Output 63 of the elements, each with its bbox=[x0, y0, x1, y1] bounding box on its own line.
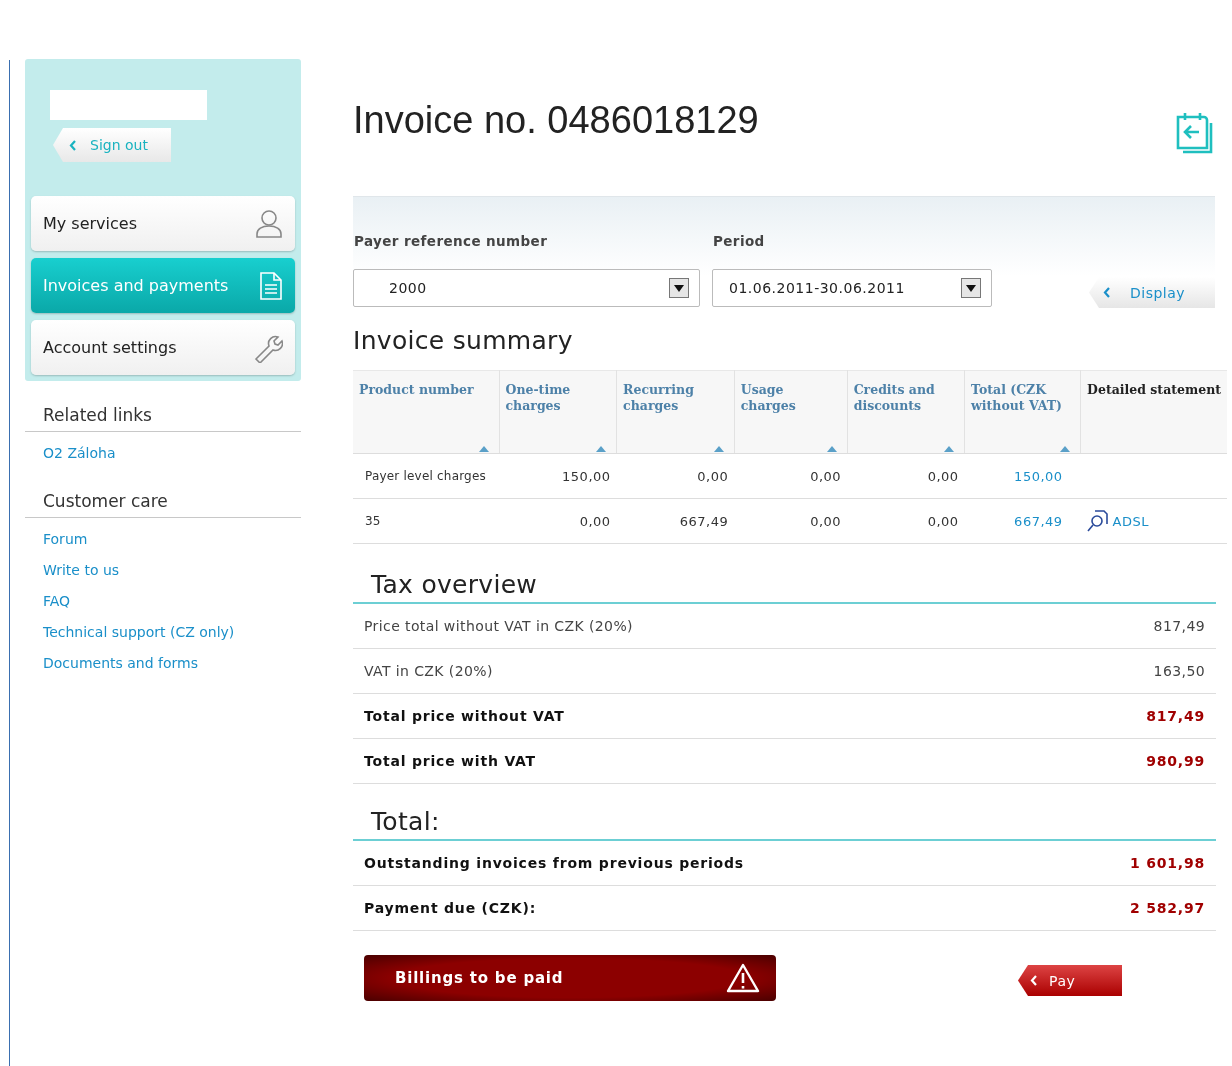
nav-item[interactable]: Invoices and payments bbox=[31, 258, 295, 313]
table-cell: 0,00 bbox=[810, 468, 842, 484]
table-cell: 0,00 bbox=[697, 468, 729, 484]
column-header[interactable]: Product number bbox=[359, 382, 493, 398]
row-label: VAT in CZK (20%) bbox=[364, 663, 493, 679]
table-cell: 0,00 bbox=[927, 468, 959, 484]
row-value: 163,50 bbox=[1153, 663, 1205, 679]
chevron-icon bbox=[1103, 287, 1110, 298]
chevron-icon bbox=[1030, 975, 1037, 986]
table-cell: 667,49 bbox=[1014, 513, 1063, 529]
sort-arrow-icon bbox=[826, 446, 837, 452]
row-label: Outstanding invoices from previous periods bbox=[364, 855, 744, 871]
section-title: Related links bbox=[25, 381, 301, 432]
sidebar-link[interactable]: Technical support (CZ only) bbox=[43, 623, 235, 642]
row-value: 817,49 bbox=[1153, 618, 1205, 634]
section-title: Customer care bbox=[25, 467, 301, 518]
row-value: 1 601,98 bbox=[1129, 855, 1205, 871]
column-header: Detailed statement bbox=[1087, 382, 1221, 398]
sort-arrow-icon bbox=[713, 446, 724, 452]
filter-label: Payer reference number bbox=[354, 233, 549, 249]
magnifier-document-icon bbox=[1086, 510, 1109, 532]
billings-button[interactable]: Billings to be paid bbox=[364, 955, 776, 1001]
row-value: 2 582,97 bbox=[1129, 900, 1205, 916]
table-cell: Payer level charges bbox=[365, 469, 486, 483]
table-cell: 150,00 bbox=[562, 468, 611, 484]
section-heading: Invoice summary bbox=[353, 326, 574, 355]
table-cell: 35 bbox=[365, 514, 381, 528]
nav-item[interactable]: My services bbox=[31, 196, 295, 251]
section-heading: Total: bbox=[371, 807, 441, 838]
nav-item[interactable]: Account settings bbox=[31, 320, 295, 375]
table-cell: 150,00 bbox=[1014, 468, 1063, 484]
display-button[interactable]: Display bbox=[1089, 277, 1215, 308]
sidebar-link[interactable]: FAQ bbox=[43, 592, 71, 611]
table-cell: 0,00 bbox=[810, 513, 842, 529]
row-label: Total price without VAT bbox=[364, 708, 565, 724]
row-value: 980,99 bbox=[1146, 753, 1205, 769]
sign-out-button[interactable]: Sign out bbox=[53, 128, 171, 162]
table-cell: 0,00 bbox=[579, 513, 611, 529]
row-value: 817,49 bbox=[1146, 708, 1205, 724]
table-cell: 0,00 bbox=[927, 513, 959, 529]
sort-arrow-icon bbox=[944, 446, 955, 452]
row-label: Payment due (CZK): bbox=[364, 900, 537, 916]
row-label: Price total without VAT in CZK (20%) bbox=[364, 618, 633, 634]
statement-link[interactable]: ADSL bbox=[1086, 510, 1149, 532]
page-title: Invoice no. 0486018129 bbox=[353, 98, 759, 142]
warning-icon bbox=[726, 963, 760, 993]
row-label: Total price with VAT bbox=[364, 753, 536, 769]
table-cell: 667,49 bbox=[679, 513, 729, 529]
dropdown[interactable]: 2000 bbox=[353, 269, 700, 307]
sidebar-link[interactable]: Documents and forms bbox=[43, 654, 198, 673]
sidebar-link[interactable]: Write to us bbox=[43, 561, 120, 580]
section-heading: Tax overview bbox=[371, 570, 539, 601]
sort-arrow-icon bbox=[596, 446, 607, 452]
sidebar-link[interactable]: O2 Záloha bbox=[43, 444, 116, 463]
filter-label: Period bbox=[713, 233, 766, 249]
person-icon bbox=[255, 208, 283, 239]
chevron-icon bbox=[69, 139, 76, 151]
sidebar-link[interactable]: Forum bbox=[43, 530, 88, 549]
sort-arrow-icon bbox=[1060, 446, 1071, 452]
document-icon bbox=[259, 270, 283, 301]
dropdown[interactable]: 01.06.2011-30.06.2011 bbox=[712, 269, 992, 307]
pay-button[interactable]: Pay bbox=[1018, 965, 1122, 996]
sort-arrow-icon bbox=[478, 446, 489, 452]
